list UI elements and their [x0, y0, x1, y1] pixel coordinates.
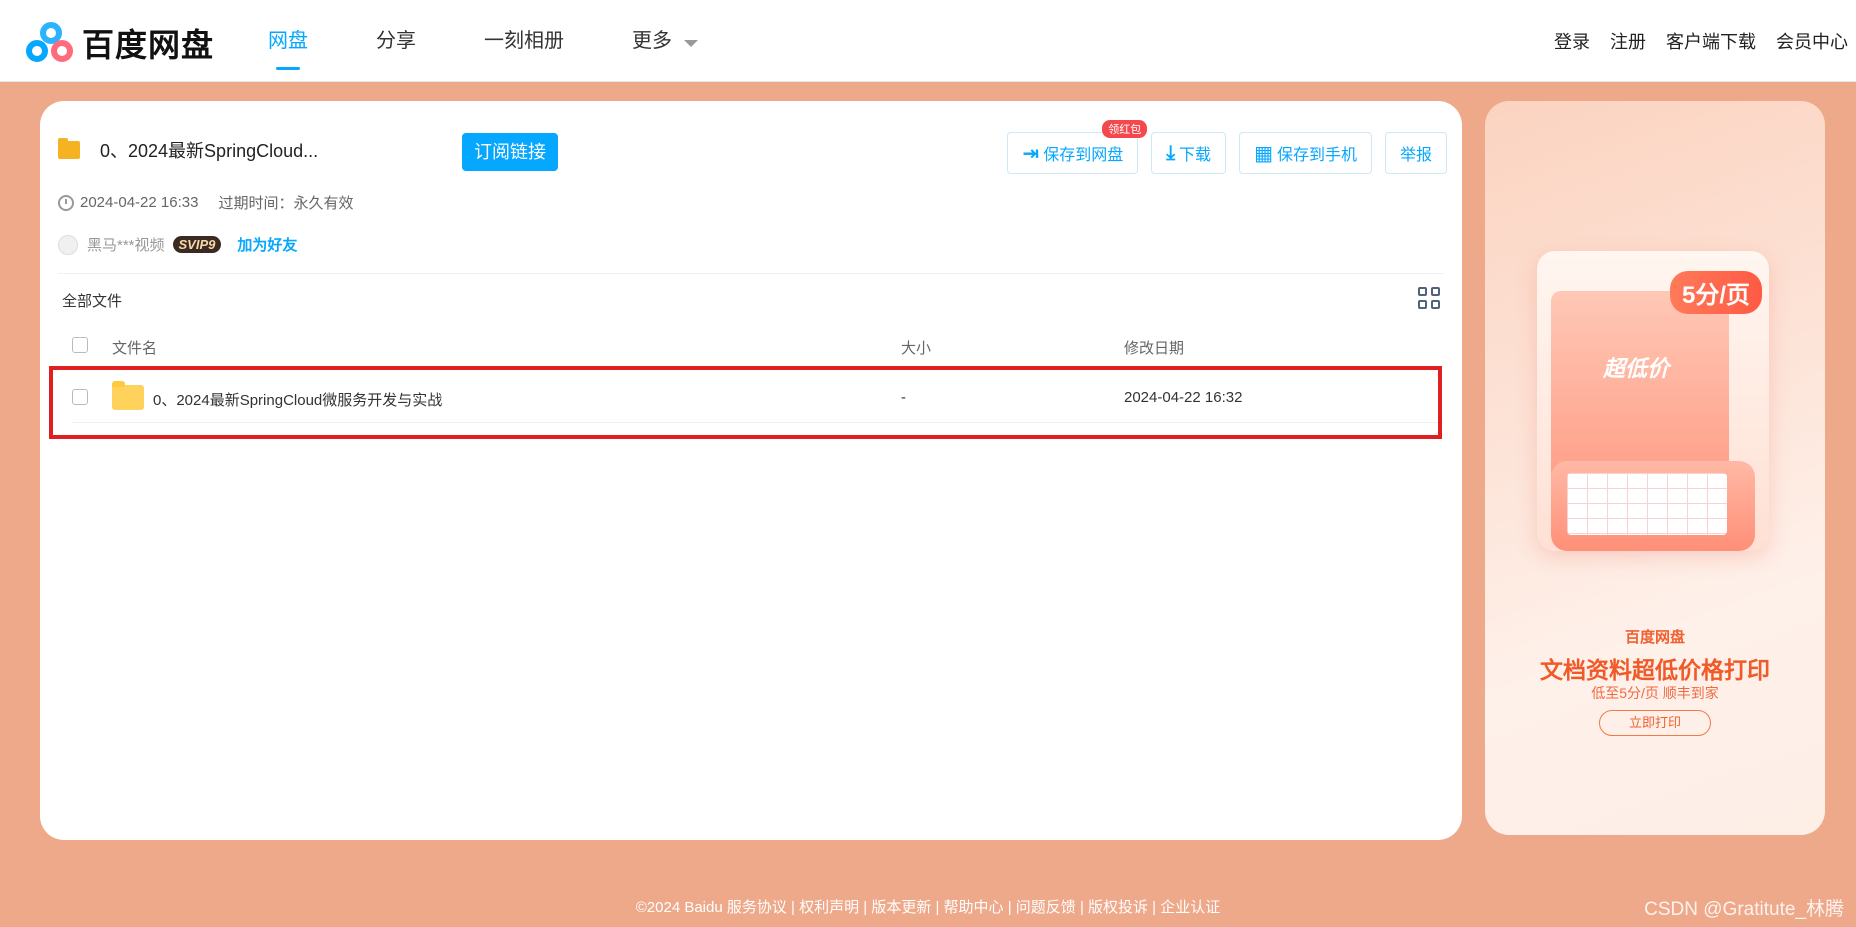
- grid-view-icon[interactable]: [1418, 287, 1440, 309]
- nav-more-label: 更多: [632, 30, 672, 52]
- file-size: -: [901, 389, 906, 406]
- login-link[interactable]: 登录: [1554, 28, 1590, 54]
- ad-brand: 百度网盘: [1624, 629, 1685, 646]
- main-nav: 网盘 分享 一刻相册 更多: [268, 0, 766, 82]
- share-title-text: 0、2024最新SpringCloud...: [100, 141, 319, 161]
- download-label: 下载: [1179, 147, 1212, 164]
- column-name: 文件名: [112, 340, 158, 357]
- report-button[interactable]: 举报: [1384, 132, 1447, 174]
- share-panel: 0、2024最新SpringCloud... 订阅链接 ⇥ 保存到网盘 领红包 …: [40, 101, 1462, 840]
- ad-price-tag: 5分/页: [1670, 271, 1763, 314]
- printed-sheet-graphic: [1567, 473, 1727, 535]
- ad-low-price: 超低价: [1603, 356, 1670, 381]
- share-title: 0、2024最新SpringCloud...: [58, 137, 318, 163]
- row-checkbox[interactable]: [72, 389, 88, 405]
- watermark: CSDN @Gratitute_林腾: [1644, 899, 1844, 920]
- chevron-down-icon: [684, 39, 698, 47]
- top-header: 百度网盘 网盘 分享 一刻相册 更多 登录 注册 客户端下载 会员中心: [0, 0, 1856, 82]
- print-now-button[interactable]: 立即打印: [1599, 710, 1711, 736]
- baidu-netdisk-logo[interactable]: 百度网盘: [26, 20, 214, 66]
- select-all-checkbox[interactable]: [72, 337, 88, 353]
- qrcode-icon: ▦: [1254, 142, 1273, 165]
- nav-netdisk[interactable]: 网盘: [268, 0, 308, 82]
- save-to-disk-label: 保存到网盘: [1043, 147, 1124, 164]
- nav-more[interactable]: 更多: [632, 0, 698, 82]
- subscribe-link-button[interactable]: 订阅链接: [462, 133, 558, 171]
- nav-share[interactable]: 分享: [376, 0, 416, 82]
- share-date: 2024-04-22 16:33: [80, 194, 199, 211]
- expire-text: 过期时间：永久有效: [218, 195, 354, 212]
- save-to-disk-button[interactable]: ⇥ 保存到网盘 领红包: [1007, 120, 1148, 174]
- client-download-link[interactable]: 客户端下载: [1666, 28, 1756, 54]
- download-button[interactable]: ⤓ 下载: [1151, 132, 1227, 174]
- save-to-phone-label: 保存到手机: [1276, 147, 1357, 164]
- add-friend-link[interactable]: 加为好友: [237, 234, 297, 255]
- ad-subtitle: 低至5分/页 顺丰到家: [1591, 685, 1719, 701]
- vip-badge: SVIP9: [172, 236, 222, 253]
- ad-headline: 文档资料超低价格打印: [1540, 657, 1770, 683]
- divider: [58, 273, 1444, 274]
- file-name[interactable]: 0、2024最新SpringCloud微服务开发与实战: [153, 389, 442, 410]
- member-center-link[interactable]: 会员中心: [1776, 28, 1848, 54]
- print-ad-banner[interactable]: 5分/页 超低价 百度网盘 文档资料超低价格打印 低至5分/页 顺丰到家 立即打…: [1485, 101, 1825, 835]
- red-packet-badge: 领红包: [1102, 120, 1148, 138]
- clock-icon: [58, 194, 74, 211]
- table-row[interactable]: 0、2024最新SpringCloud微服务开发与实战 - 2024-04-22…: [72, 373, 1444, 423]
- column-size: 大小: [901, 340, 932, 357]
- save-to-phone-button[interactable]: ▦ 保存到手机: [1239, 132, 1372, 174]
- file-table-header: 文件名 大小 修改日期: [72, 335, 1444, 359]
- logo-text: 百度网盘: [82, 27, 215, 63]
- nav-album[interactable]: 一刻相册: [484, 0, 564, 82]
- share-actions: ⇥ 保存到网盘 领红包 ⤓ 下载 ▦ 保存到手机 举报: [994, 120, 1447, 174]
- footer-links[interactable]: ©2024 Baidu 服务协议 | 权利声明 | 版本更新 | 帮助中心 | …: [0, 896, 1856, 917]
- header-right-links: 登录 注册 客户端下载 会员中心: [1534, 0, 1848, 82]
- owner-name[interactable]: 黑马***视频: [87, 234, 165, 255]
- breadcrumb[interactable]: 全部文件: [62, 290, 122, 311]
- share-owner: 黑马***视频 SVIP9 加为好友: [58, 234, 297, 255]
- avatar[interactable]: [58, 234, 78, 255]
- column-date: 修改日期: [1124, 340, 1185, 357]
- register-link[interactable]: 注册: [1610, 28, 1646, 54]
- share-meta: 2024-04-22 16:33 过期时间：永久有效: [58, 192, 353, 213]
- folder-icon: [58, 138, 80, 159]
- save-icon: ⇥: [1022, 142, 1040, 165]
- file-date: 2024-04-22 16:32: [1124, 389, 1243, 406]
- logo-icon: [26, 22, 76, 64]
- folder-icon: [112, 381, 144, 410]
- report-label: 举报: [1399, 147, 1432, 164]
- download-icon: ⤓: [1166, 141, 1176, 164]
